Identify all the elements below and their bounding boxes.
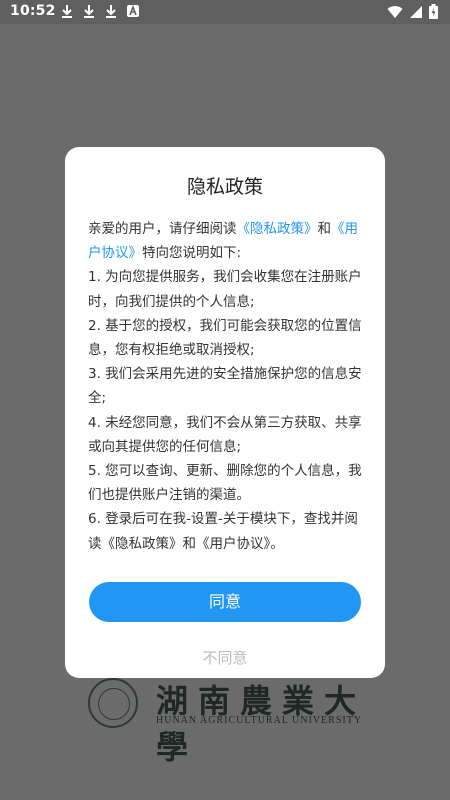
policy-item: 4. 未经您同意，我们不会从第三方获取、共享或向其提供您的任何信息; [88, 414, 362, 455]
policy-item: 2. 基于您的授权，我们可能会获取您的位置信息，您有权拒绝或取消授权; [88, 317, 362, 359]
download-icon [82, 4, 96, 18]
disagree-button[interactable]: 不同意 [65, 647, 385, 668]
policy-item: 3. 我们会采用先进的安全措施保护您的信息安全; [88, 366, 362, 407]
wifi-icon [387, 5, 403, 23]
signal-icon [409, 5, 423, 23]
policy-item: 5. 您可以查询、更新、删除您的个人信息，我们也提供账户注销的渠道。 [88, 463, 362, 504]
battery-icon [429, 4, 438, 23]
dialog-body: 亲爱的用户，请仔细阅读《隐私政策》和《用户协议》特向您说明如下: 1. 为向您提… [88, 217, 368, 556]
intro-paragraph: 亲爱的用户，请仔细阅读《隐私政策》和《用户协议》特向您说明如下: [88, 217, 368, 265]
download-icon [104, 4, 118, 18]
dialog-title: 隐私政策 [186, 176, 263, 198]
system-icons [387, 4, 438, 23]
university-logo: 湖南農業大學 HUNAN AGRICULTURAL UNIVERSITY [88, 678, 368, 766]
status-bar: 10:52 [0, 0, 450, 24]
privacy-dialog: 隐私政策 亲爱的用户，请仔细阅读《隐私政策》和《用户协议》特向您说明如下: 1.… [65, 147, 385, 678]
download-icon [60, 4, 74, 18]
notification-icons [60, 4, 140, 18]
policy-item: 6. 登录后可在我-设置-关于模块下，查找并阅读《隐私政策》和《用户协议》。 [88, 511, 358, 552]
university-name-en: HUNAN AGRICULTURAL UNIVERSITY [156, 715, 363, 726]
intro-prefix: 亲爱的用户，请仔细阅读 [88, 221, 237, 237]
agree-button[interactable]: 同意 [89, 582, 361, 622]
university-seal-icon [88, 678, 138, 728]
and-text: 和 [317, 221, 332, 237]
a-icon [126, 4, 140, 18]
intro-suffix: 特向您说明如下: [142, 245, 242, 262]
status-time: 10:52 [10, 3, 56, 19]
policy-item: 1. 为向您提供服务，我们会收集您在注册账户时，向我们提供的个人信息; [88, 269, 362, 310]
privacy-policy-link[interactable]: 《隐私政策》 [237, 221, 318, 237]
